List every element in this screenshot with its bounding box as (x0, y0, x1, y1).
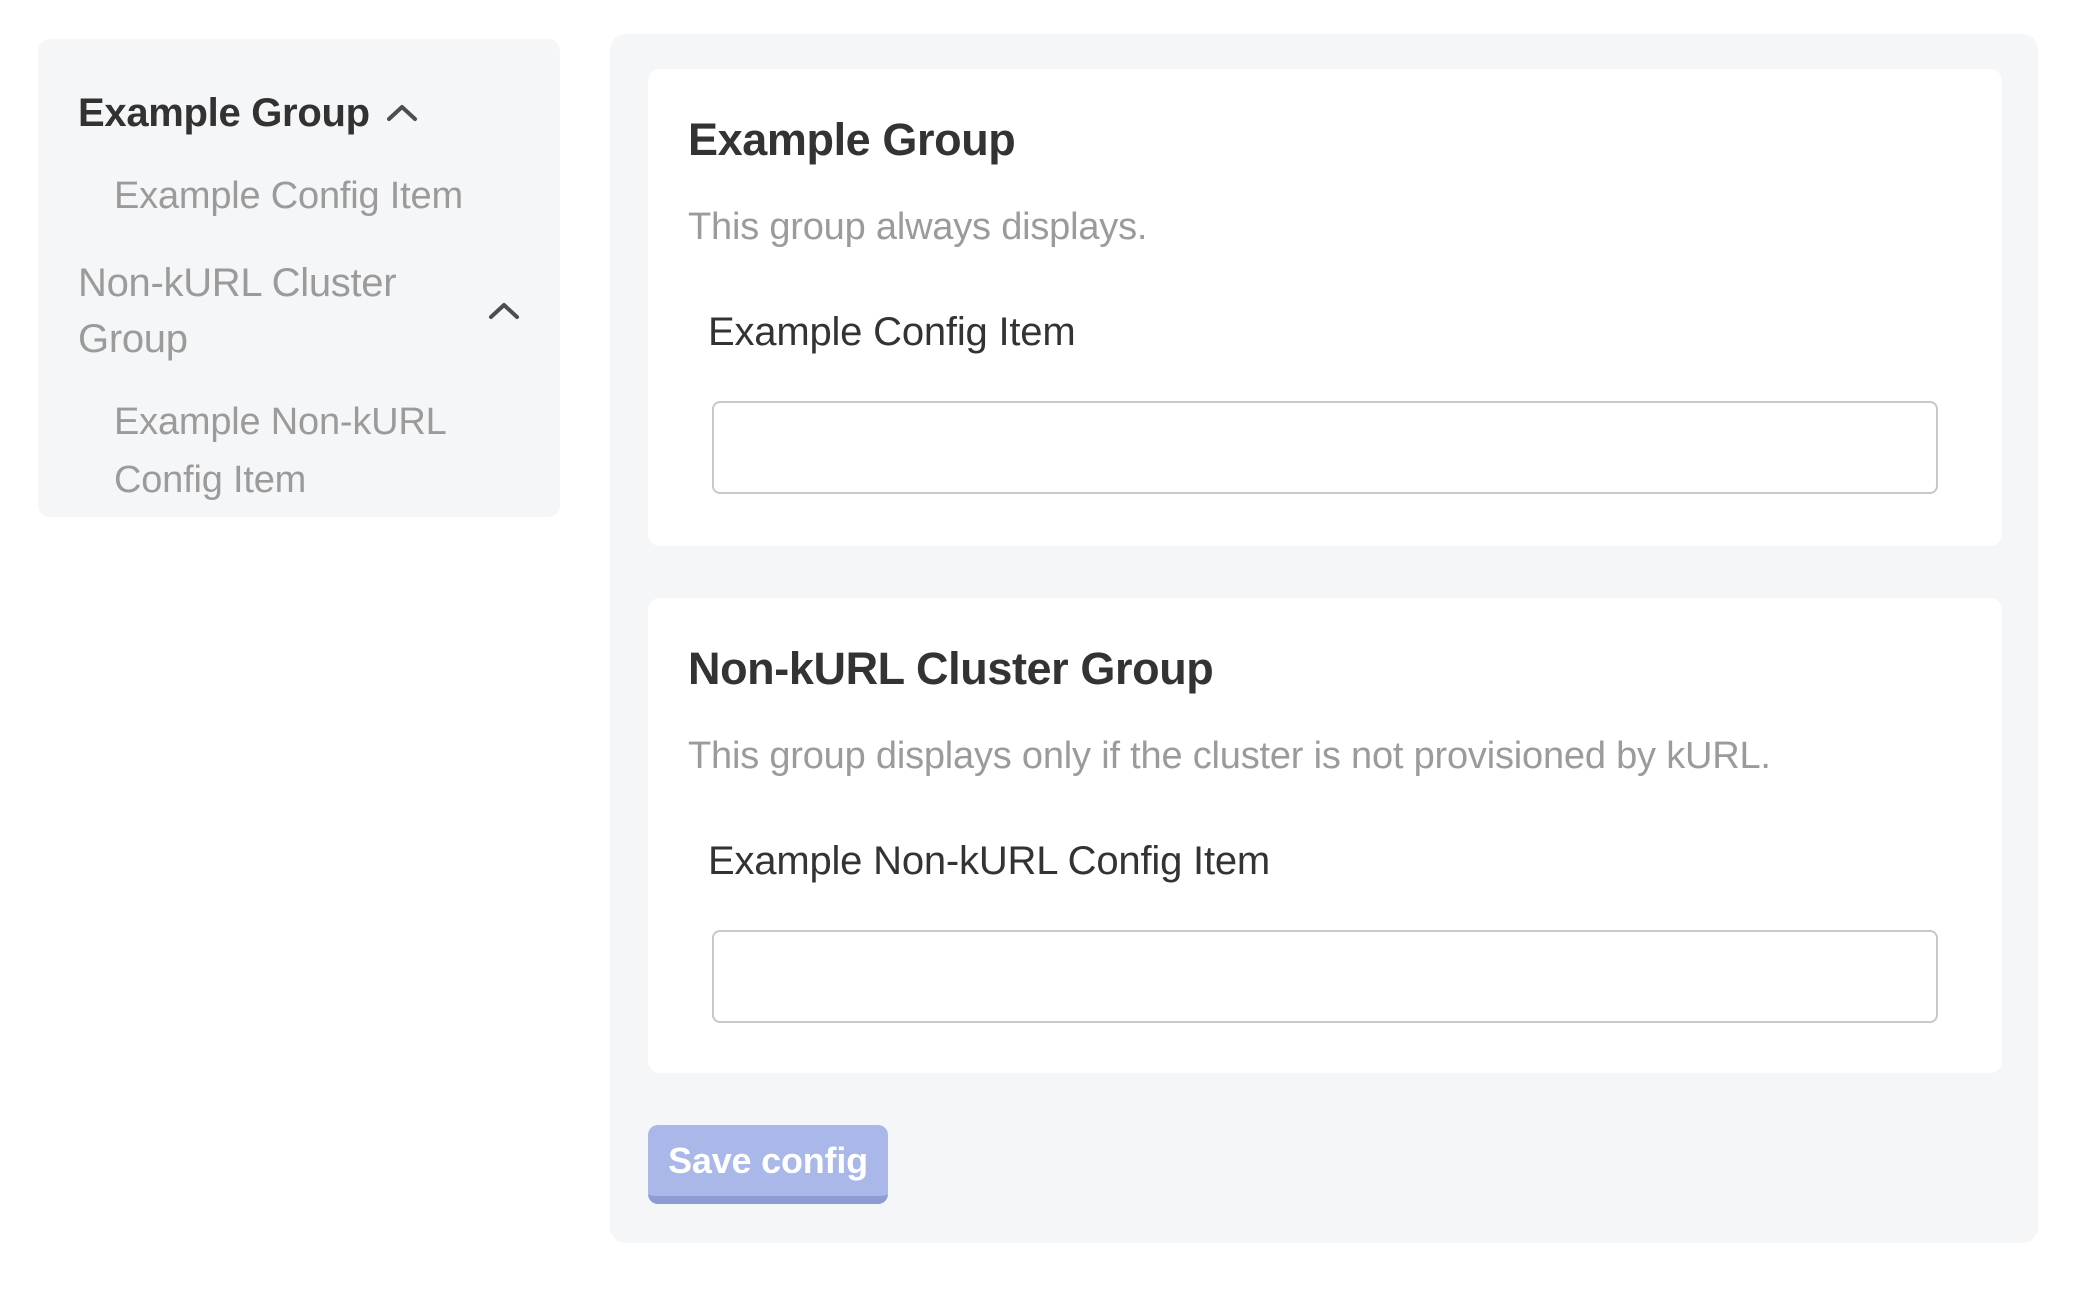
sidebar-group-example-group[interactable]: Example Group (78, 85, 520, 141)
config-item-label-example-config-item: Example Config Item (708, 307, 1938, 357)
sidebar-group-label: Non-kURL Cluster Group (78, 255, 472, 367)
config-group-card-non-kurl-cluster-group: Non-kURL Cluster Group This group displa… (648, 598, 2002, 1073)
config-group-description: This group displays only if the cluster … (688, 732, 1938, 780)
sidebar-group-non-kurl-cluster-group[interactable]: Non-kURL Cluster Group (78, 255, 520, 367)
config-group-description: This group always displays. (688, 203, 1938, 251)
chevron-up-icon (386, 104, 418, 127)
config-panel: Example Group This group always displays… (610, 34, 2038, 1243)
save-config-button[interactable]: Save config (648, 1125, 888, 1204)
sidebar-group-label: Example Group (78, 85, 370, 141)
chevron-up-icon (488, 302, 520, 325)
sidebar-item-example-config-item[interactable]: Example Config Item (114, 167, 520, 225)
config-group-title: Non-kURL Cluster Group (688, 642, 1938, 696)
config-group-card-example-group: Example Group This group always displays… (648, 69, 2002, 546)
config-nav-sidebar: Example Group Example Config Item Non-kU… (38, 39, 560, 517)
config-item-input-example-config-item[interactable] (712, 401, 1938, 494)
sidebar-item-example-non-kurl-config-item[interactable]: Example Non-kURL Config Item (114, 393, 520, 509)
config-item-input-example-non-kurl-config-item[interactable] (712, 930, 1938, 1023)
config-item-label-example-non-kurl-config-item: Example Non-kURL Config Item (708, 836, 1938, 886)
config-group-title: Example Group (688, 113, 1938, 167)
